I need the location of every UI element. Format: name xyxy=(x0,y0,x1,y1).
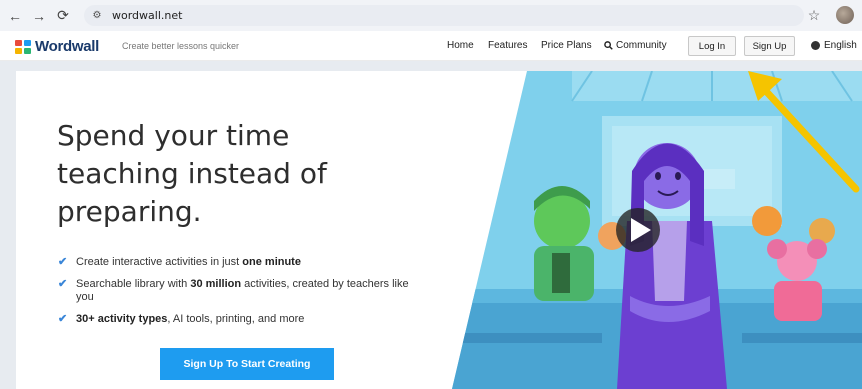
signup-cta-button[interactable]: Sign Up To Start Creating xyxy=(160,348,334,380)
feature-item: ✔ Searchable library with 30 million act… xyxy=(58,278,409,303)
login-button[interactable]: Log In xyxy=(688,36,736,56)
url-text: wordwall.net xyxy=(112,9,183,22)
nav-home[interactable]: Home xyxy=(447,40,474,51)
hero-card: Spend your time teaching instead of prep… xyxy=(16,71,862,389)
language-selector[interactable]: English xyxy=(811,40,857,51)
hero-headline: Spend your time teaching instead of prep… xyxy=(57,119,327,228)
classroom-illustration xyxy=(452,71,862,389)
feature-list: ✔ Create interactive activities in just … xyxy=(58,256,418,335)
bookmark-star-icon[interactable]: ☆ xyxy=(806,7,822,23)
feature-item: ✔ 30+ activity types, AI tools, printing… xyxy=(58,313,305,325)
nav-features[interactable]: Features xyxy=(488,40,527,51)
search-icon xyxy=(604,41,613,50)
feature-item: ✔ Create interactive activities in just … xyxy=(58,256,301,268)
signup-button[interactable]: Sign Up xyxy=(744,36,795,56)
reload-icon[interactable]: ⟳ xyxy=(54,7,72,25)
site-header: Wordwall Create better lessons quicker H… xyxy=(0,31,862,61)
logo-mark-icon xyxy=(15,39,31,54)
language-label: English xyxy=(824,40,857,51)
nav-price-plans[interactable]: Price Plans xyxy=(541,40,592,51)
tagline: Create better lessons quicker xyxy=(122,41,240,51)
check-icon: ✔ xyxy=(58,256,68,268)
address-bar[interactable]: ⚙ wordwall.net xyxy=(84,5,804,26)
wordwall-logo[interactable]: Wordwall xyxy=(15,38,99,55)
forward-icon[interactable]: → xyxy=(30,7,48,25)
site-info-icon[interactable]: ⚙ xyxy=(90,9,104,23)
globe-icon xyxy=(811,41,820,50)
logo-text: Wordwall xyxy=(35,38,99,55)
nav-community[interactable]: Community xyxy=(604,40,667,51)
profile-avatar[interactable] xyxy=(836,6,854,24)
check-icon: ✔ xyxy=(58,278,68,290)
video-play-button[interactable] xyxy=(616,208,660,252)
back-icon[interactable]: ← xyxy=(6,7,24,25)
main-area: Spend your time teaching instead of prep… xyxy=(0,61,862,389)
nav-community-label: Community xyxy=(616,40,667,51)
check-icon: ✔ xyxy=(58,313,68,325)
browser-toolbar: ← → ⟳ ⚙ wordwall.net ☆ xyxy=(0,0,862,31)
